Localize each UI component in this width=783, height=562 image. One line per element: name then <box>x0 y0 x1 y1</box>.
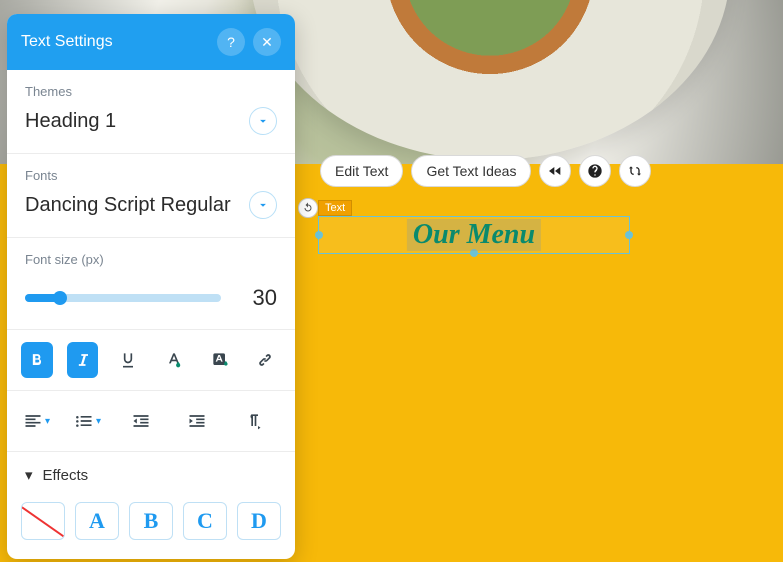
theme-value: Heading 1 <box>25 110 116 133</box>
undo-icon <box>302 202 314 214</box>
help-button[interactable] <box>579 155 611 187</box>
effects-section: ▾ Effects <box>7 452 295 490</box>
text-element[interactable]: Our Menu <box>407 219 541 251</box>
text-direction-button[interactable] <box>235 403 271 439</box>
fonts-section: Fonts Dancing Script Regular <box>7 154 295 238</box>
themes-label: Themes <box>25 84 277 99</box>
swap-icon <box>627 163 643 179</box>
text-settings-panel: Text Settings ? ✕ Themes Heading 1 Fonts… <box>7 14 295 559</box>
effect-a[interactable]: A <box>75 502 119 540</box>
indent-button[interactable] <box>179 403 215 439</box>
theme-dropdown-button[interactable] <box>249 107 277 135</box>
underline-icon <box>118 350 138 370</box>
effect-b[interactable]: B <box>129 502 173 540</box>
list-button[interactable]: ▾ <box>72 403 103 439</box>
panel-header: Text Settings ? ✕ <box>7 14 295 70</box>
question-icon <box>587 163 603 179</box>
link-icon <box>255 350 275 370</box>
effects-label: Effects <box>43 467 89 484</box>
slider-thumb[interactable] <box>53 291 67 305</box>
bold-button[interactable] <box>21 342 53 378</box>
format-toolbar <box>7 330 295 391</box>
panel-title: Text Settings <box>21 33 113 51</box>
bold-icon <box>27 350 47 370</box>
chevron-down-icon: ▾ <box>45 416 50 427</box>
stretch-button[interactable] <box>619 155 651 187</box>
fonts-label: Fonts <box>25 168 277 183</box>
italic-button[interactable] <box>67 342 99 378</box>
fontsize-section: Font size (px) 30 <box>7 238 295 330</box>
animations-button[interactable] <box>539 155 571 187</box>
effects-options: A B C D <box>7 490 295 540</box>
outdent-button[interactable] <box>123 403 159 439</box>
themes-section: Themes Heading 1 <box>7 70 295 154</box>
align-left-icon <box>23 411 43 431</box>
effect-c[interactable]: C <box>183 502 227 540</box>
font-dropdown-button[interactable] <box>249 191 277 219</box>
paragraph-toolbar: ▾ ▾ <box>7 391 295 452</box>
text-color-icon <box>164 350 184 370</box>
highlight-icon <box>210 350 230 370</box>
italic-icon <box>73 350 93 370</box>
rewind-icon <box>547 163 563 179</box>
panel-help-button[interactable]: ? <box>217 28 245 56</box>
food-plate-illustration <box>250 0 730 160</box>
rtl-icon <box>243 411 263 431</box>
effects-toggle[interactable]: ▾ Effects <box>25 466 277 484</box>
selection-box[interactable]: Our Menu <box>318 216 630 254</box>
underline-button[interactable] <box>112 342 144 378</box>
outdent-icon <box>131 411 151 431</box>
chevron-down-icon <box>256 114 270 128</box>
fontsize-label: Font size (px) <box>25 252 277 267</box>
align-button[interactable]: ▾ <box>21 403 52 439</box>
fontsize-value: 30 <box>237 285 277 311</box>
chevron-down-icon: ▾ <box>96 416 101 427</box>
link-button[interactable] <box>249 342 281 378</box>
font-value: Dancing Script Regular <box>25 194 231 217</box>
element-type-tag: Text <box>318 200 352 216</box>
highlight-button[interactable] <box>204 342 236 378</box>
indent-icon <box>187 411 207 431</box>
get-text-ideas-button[interactable]: Get Text Ideas <box>411 155 531 187</box>
resize-handle-right[interactable] <box>625 231 633 239</box>
panel-close-button[interactable]: ✕ <box>253 28 281 56</box>
undo-button[interactable] <box>298 198 318 218</box>
chevron-down-icon <box>256 198 270 212</box>
bullet-list-icon <box>74 411 94 431</box>
edit-text-button[interactable]: Edit Text <box>320 155 403 187</box>
caret-down-icon: ▾ <box>25 466 33 484</box>
text-color-button[interactable] <box>158 342 190 378</box>
effect-d[interactable]: D <box>237 502 281 540</box>
fontsize-slider[interactable] <box>25 294 221 302</box>
effect-none[interactable] <box>21 502 65 540</box>
resize-handle-left[interactable] <box>315 231 323 239</box>
selection-toolbar: Edit Text Get Text Ideas <box>320 155 651 187</box>
